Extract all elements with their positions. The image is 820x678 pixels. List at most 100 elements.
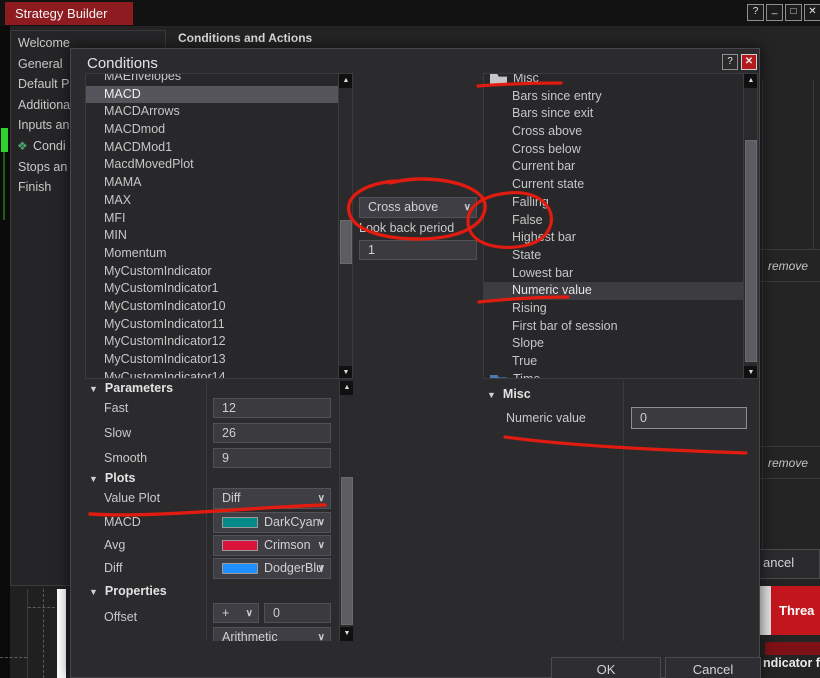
list-item[interactable]: MACDmod [86, 121, 338, 139]
condition-type-dropdown[interactable]: Cross above ∨ [359, 197, 477, 218]
cancel-partial-button[interactable]: ancel [752, 549, 820, 579]
list-item[interactable]: True [484, 353, 743, 371]
sidebar-item-general[interactable]: General [18, 57, 62, 71]
list-item[interactable]: MACDMod1 [86, 139, 338, 157]
sidebar-item-conditions[interactable]: Condi [33, 139, 66, 153]
slow-label: Slow [104, 426, 132, 440]
bg-divider-h2 [760, 281, 820, 282]
scrollbar-thumb[interactable] [341, 477, 353, 625]
sidebar-item-stops[interactable]: Stops an [18, 160, 67, 174]
list-item[interactable]: MAX [86, 192, 338, 210]
list-item[interactable]: MACDArrows [86, 103, 338, 121]
sidebar-item-welcome[interactable]: Welcome [18, 36, 70, 50]
list-folder-misc[interactable]: Misc [484, 74, 743, 88]
parameters-header[interactable]: ▼ Parameters [89, 381, 173, 395]
list-item[interactable]: MFI [86, 210, 338, 228]
list-item[interactable]: MAEnvelopes [86, 74, 338, 86]
offset-operator-dropdown[interactable]: + ∨ [213, 603, 259, 623]
value-plot-dropdown[interactable]: Diff ∨ [213, 488, 331, 509]
list-item[interactable]: First bar of session [484, 318, 743, 336]
avg-plot-label: Avg [104, 538, 126, 552]
list-item[interactable]: Momentum [86, 245, 338, 263]
scroll-down-icon[interactable]: ▼ [340, 627, 353, 641]
threshold-button[interactable]: Threa [771, 586, 820, 635]
list-item[interactable]: Bars since exit [484, 105, 743, 123]
list-item[interactable]: MacdMovedPlot [86, 156, 338, 174]
list-item[interactable]: MyCustomIndicator12 [86, 333, 338, 351]
threshold-button-label: Threa [779, 603, 815, 618]
scroll-up-icon[interactable]: ▲ [339, 74, 352, 88]
list-item[interactable]: Cross below [484, 141, 743, 159]
list-item[interactable]: Cross above [484, 123, 743, 141]
list-item[interactable]: Lowest bar [484, 265, 743, 283]
list-item[interactable]: MyCustomIndicator [86, 263, 338, 281]
list-item[interactable]: Current state [484, 176, 743, 194]
misc-header[interactable]: ▼ Misc [487, 387, 531, 401]
smooth-input[interactable]: 9 [213, 448, 331, 468]
scroll-up-icon[interactable]: ▲ [744, 74, 757, 88]
cancel-partial-label: ancel [763, 555, 795, 570]
minimize-button[interactable]: _ [766, 4, 783, 21]
scrollbar-thumb[interactable] [340, 220, 352, 264]
lookback-input[interactable]: 1 [359, 240, 477, 260]
list-item[interactable]: Rising [484, 300, 743, 318]
sidebar-item-default-properties[interactable]: Default P [18, 77, 69, 91]
scroll-up-icon[interactable]: ▲ [340, 381, 353, 395]
fast-input[interactable]: 12 [213, 398, 331, 418]
diff-color-dropdown[interactable]: DodgerBlu ∨ [213, 558, 331, 579]
bg-divider-h3 [760, 446, 820, 447]
fast-label: Fast [104, 401, 129, 415]
cancel-button[interactable]: Cancel [665, 657, 761, 678]
sidebar-item-inputs[interactable]: Inputs an [18, 118, 69, 132]
sidebar-item-additional-data[interactable]: Additional [18, 98, 73, 112]
list-item[interactable]: MyCustomIndicator14 [86, 369, 338, 378]
list-item[interactable]: MyCustomIndicator13 [86, 351, 338, 369]
scrollbar[interactable]: ▲ ▼ [338, 74, 352, 378]
list-item[interactable]: MyCustomIndicator1 [86, 280, 338, 298]
list-item-selected[interactable]: MACD [86, 85, 338, 104]
list-folder-time[interactable]: Time [484, 371, 743, 378]
list-item[interactable]: False [484, 212, 743, 230]
help-button[interactable]: ? [747, 4, 764, 21]
ok-button[interactable]: OK [551, 657, 661, 678]
list-item[interactable]: MAMA [86, 174, 338, 192]
scrollbar-thumb[interactable] [745, 140, 757, 362]
conditions-diamond-icon: ❖ [17, 139, 28, 153]
color-swatch [222, 517, 258, 529]
dialog-close-button[interactable]: ✕ [741, 54, 757, 70]
slow-input[interactable]: 26 [213, 423, 331, 443]
scrollbar[interactable]: ▲ ▼ [339, 381, 353, 641]
list-item[interactable]: Bars since entry [484, 88, 743, 106]
folder-icon [490, 74, 507, 84]
list-item[interactable]: Slope [484, 335, 743, 353]
list-item[interactable]: Current bar [484, 158, 743, 176]
close-button[interactable]: ✕ [804, 4, 820, 21]
remove-link-1[interactable]: remove [768, 259, 808, 273]
list-item[interactable]: MyCustomIndicator11 [86, 316, 338, 334]
color-swatch [222, 563, 258, 575]
macd-color-dropdown[interactable]: DarkCyan ∨ [213, 512, 331, 533]
list-item[interactable]: MyCustomIndicator10 [86, 298, 338, 316]
plots-header[interactable]: ▼ Plots [89, 471, 135, 485]
remove-link-2[interactable]: remove [768, 456, 808, 470]
sidebar-item-finish[interactable]: Finish [18, 180, 51, 194]
partial-indicator-text: ndicator f [763, 656, 820, 670]
window-title-tab[interactable]: Strategy Builder [5, 2, 133, 25]
list-item[interactable]: MIN [86, 227, 338, 245]
maximize-button[interactable]: □ [785, 4, 802, 21]
scroll-down-icon[interactable]: ▼ [744, 366, 757, 378]
offset-value-input[interactable]: 0 [264, 603, 331, 623]
properties-header[interactable]: ▼ Properties [89, 584, 167, 598]
list-item[interactable]: Falling [484, 194, 743, 212]
offset-mode-dropdown[interactable]: Arithmetic ∨ [213, 627, 331, 641]
list-item[interactable]: Highest bar [484, 229, 743, 247]
numeric-value-input[interactable]: 0 [631, 407, 747, 429]
window-title: Strategy Builder [15, 6, 108, 21]
list-item[interactable]: State [484, 247, 743, 265]
chevron-down-icon: ∨ [317, 517, 325, 528]
dialog-help-button[interactable]: ? [722, 54, 738, 70]
list-item-selected[interactable]: Numeric value [484, 282, 743, 300]
scrollbar[interactable]: ▲ ▼ [743, 74, 757, 378]
scroll-down-icon[interactable]: ▼ [339, 366, 352, 378]
avg-color-dropdown[interactable]: Crimson ∨ [213, 535, 331, 556]
